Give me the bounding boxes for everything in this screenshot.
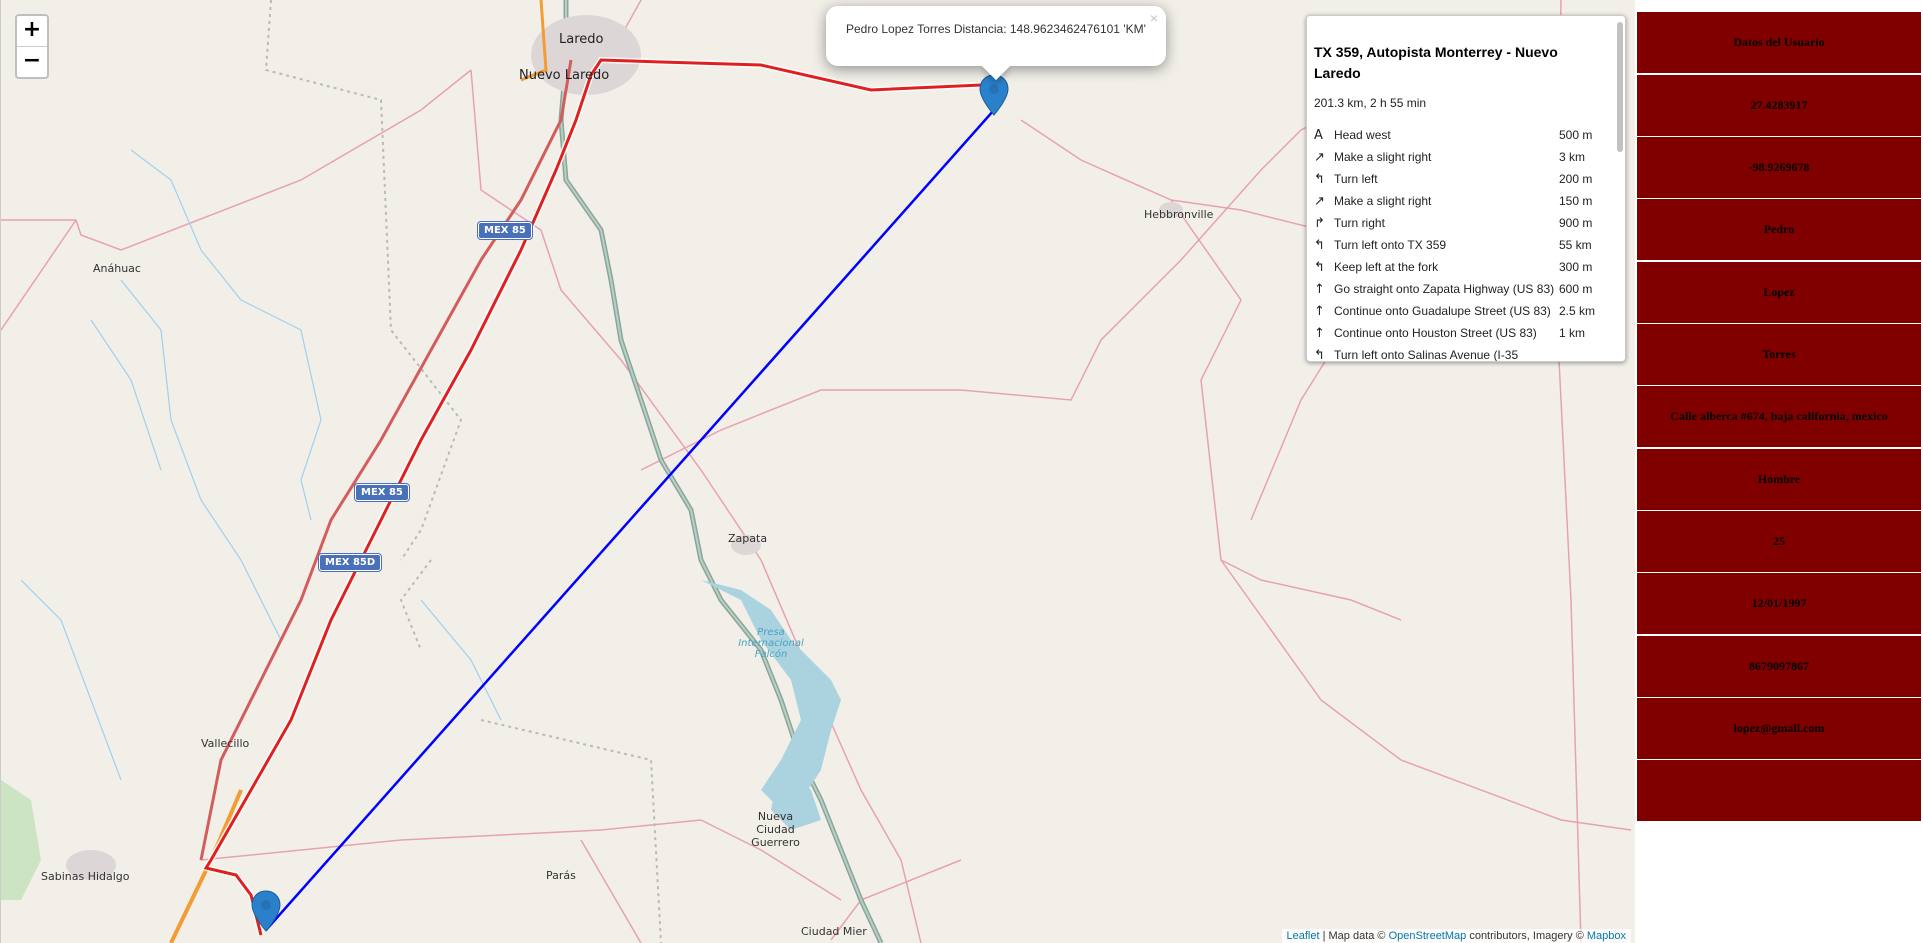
route-step-distance: 3 km (1559, 150, 1586, 164)
place-label-laredo: Laredo (559, 32, 604, 47)
place-label-sabinas-hidalgo: Sabinas Hidalgo (41, 870, 130, 883)
route-step[interactable]: ↑ Continue onto Guadalupe Street (US 83) 2… (1314, 300, 1595, 322)
place-label-ciudad-mier: Ciudad Mier (801, 925, 867, 938)
route-step-text: Keep left at the fork (1334, 260, 1439, 274)
route-step[interactable]: A Head west 500 m (1314, 124, 1595, 146)
route-step[interactable]: ↗ Make a slight right 3 km (1314, 146, 1595, 168)
routing-panel[interactable]: TX 359, Autopista Monterrey - Nuevo Lare… (1306, 15, 1626, 362)
user-first-name: Pedro (1637, 199, 1921, 261)
route-step[interactable]: ↱ Turn right 900 m (1314, 212, 1595, 234)
user-gender: Hombre (1637, 449, 1921, 511)
user-phone: 8679097867 (1637, 636, 1921, 698)
user-longitude: -98.9269678 (1637, 137, 1921, 199)
route-step[interactable]: ↗ Make a slight right 150 m (1314, 190, 1595, 212)
route-step-distance: 500 m (1559, 128, 1593, 142)
user-data-empty-row (1637, 760, 1921, 822)
place-label-nueva-ciudad-guerrero: Nueva Ciudad Guerrero (751, 810, 800, 849)
route-step-direction-icon: ↰ (1314, 171, 1325, 187)
route-step-direction-icon: ↰ (1314, 237, 1325, 253)
routing-scrollbar[interactable] (1617, 22, 1623, 152)
place-label-anahuac: Anáhuac (93, 262, 141, 275)
place-label-zapata: Zapata (728, 532, 768, 545)
route-step-direction-icon: ↗ (1314, 149, 1325, 165)
route-step-direction-icon: ↰ (1314, 259, 1325, 275)
route-step-distance: 300 m (1559, 260, 1593, 274)
map-marker-icon[interactable] (251, 890, 281, 932)
route-step[interactable]: ↰ Turn left 200 m (1314, 168, 1595, 190)
route-step-text: Turn left (1334, 172, 1378, 186)
route-step-distance: 1 km (1559, 326, 1586, 340)
route-step-text: Go straight onto Zapata Highway (US 83) (1334, 282, 1555, 296)
route-step-distance: 2.5 km (1559, 304, 1596, 318)
route-summary: 201.3 km, 2 h 55 min (1314, 96, 1427, 110)
map-marker-icon[interactable] (979, 74, 1009, 116)
user-age: 25 (1637, 511, 1921, 573)
place-label-nuevo-laredo: Nuevo Laredo (519, 68, 610, 83)
route-instructions: A Head west 500 m ↗ Make a slight right 3 km ↰… (1314, 124, 1595, 362)
zoom-out-button[interactable]: − (17, 46, 47, 77)
route-step[interactable]: ↰ Turn left onto TX 359 55 km (1314, 234, 1595, 256)
mapbox-link[interactable]: Mapbox (1587, 930, 1626, 942)
user-data-header: Datos del Usuario (1637, 12, 1921, 74)
user-last-name: Lopez (1637, 262, 1921, 324)
user-address: Calle alberca #674, baja california, mex… (1637, 386, 1921, 448)
user-second-last-name: Torres (1637, 324, 1921, 386)
route-step[interactable]: ↰ Keep left at the fork 300 m (1314, 256, 1595, 278)
place-label-paras: Parás (546, 869, 576, 882)
route-step-direction-icon: ↗ (1314, 193, 1325, 209)
attribution-text: contributors, Imagery © (1466, 930, 1587, 942)
leaflet-link[interactable]: Leaflet (1287, 930, 1320, 942)
user-latitude: 27.4283917 (1637, 75, 1921, 137)
place-label-vallecillo: Vallecillo (201, 737, 250, 750)
route-step-text: Head west (1334, 128, 1391, 142)
route-step-distance: 150 m (1559, 194, 1593, 208)
route-step-text: Make a slight right (1334, 194, 1432, 208)
route-step-distance: 600 m (1559, 282, 1593, 296)
route-step-text: Continue onto Guadalupe Street (US 83) (1334, 304, 1551, 318)
user-birth-date: 12/01/1997 (1637, 573, 1921, 635)
popup-text: Pedro Lopez Torres Distancia: 148.962346… (846, 22, 1146, 36)
place-label-hebbronville: Hebbronville (1144, 208, 1214, 221)
route-step-direction-icon: A (1314, 127, 1323, 143)
openstreetmap-link[interactable]: OpenStreetMap (1389, 930, 1467, 942)
route-step[interactable]: ↑ Go straight onto Zapata Highway (US 83)… (1314, 278, 1595, 300)
place-label-presa-falcon: Presa Internacional Falcón (738, 627, 804, 660)
attribution-text: | Map data © (1319, 930, 1389, 942)
route-step-text: Turn right (1334, 216, 1385, 230)
route-step[interactable]: ↰ Turn left onto Salinas Avenue (I-35 (1314, 344, 1595, 362)
user-email: lopez@gmail.com (1637, 698, 1921, 760)
route-step-text: Turn left onto TX 359 (1334, 238, 1447, 252)
highway-shield-mex85d: MEX 85D (319, 554, 382, 571)
marker-popup: Pedro Lopez Torres Distancia: 148.962346… (826, 6, 1166, 81)
route-step-direction-icon: ↑ (1314, 281, 1325, 297)
route-step-distance: 55 km (1559, 238, 1592, 252)
highway-shield-mex85: MEX 85 (355, 484, 409, 501)
user-data-panel: Datos del Usuario 27.4283917 -98.9269678… (1635, 0, 1923, 943)
route-step-direction-icon: ↰ (1314, 347, 1325, 362)
route-step-direction-icon: ↱ (1314, 215, 1325, 231)
highway-shield-mex85: MEX 85 (478, 222, 532, 239)
zoom-in-button[interactable]: + (17, 16, 47, 46)
route-step-text: Continue onto Houston Street (US 83) (1334, 326, 1537, 340)
route-step[interactable]: ↑ Continue onto Houston Street (US 83) 1 k… (1314, 322, 1595, 344)
route-step-text: Make a slight right (1334, 150, 1432, 164)
route-title: TX 359, Autopista Monterrey - Nuevo Lare… (1314, 44, 1558, 81)
route-step-distance: 900 m (1559, 216, 1593, 230)
popup-close-button[interactable]: × (1150, 10, 1158, 26)
route-step-distance (1559, 344, 1595, 361)
route-step-direction-icon: ↑ (1314, 303, 1325, 319)
route-step-distance: 200 m (1559, 172, 1593, 186)
zoom-control: + − (15, 14, 49, 79)
map-attribution: Leaflet | Map data © OpenStreetMap contr… (1281, 929, 1631, 943)
map[interactable]: + − Laredo Nuevo Laredo Anáhuac Hebbronv… (0, 0, 1635, 943)
route-step-direction-icon: ↑ (1314, 325, 1325, 341)
route-step-text: Turn left onto Salinas Avenue (I-35 (1334, 348, 1519, 362)
